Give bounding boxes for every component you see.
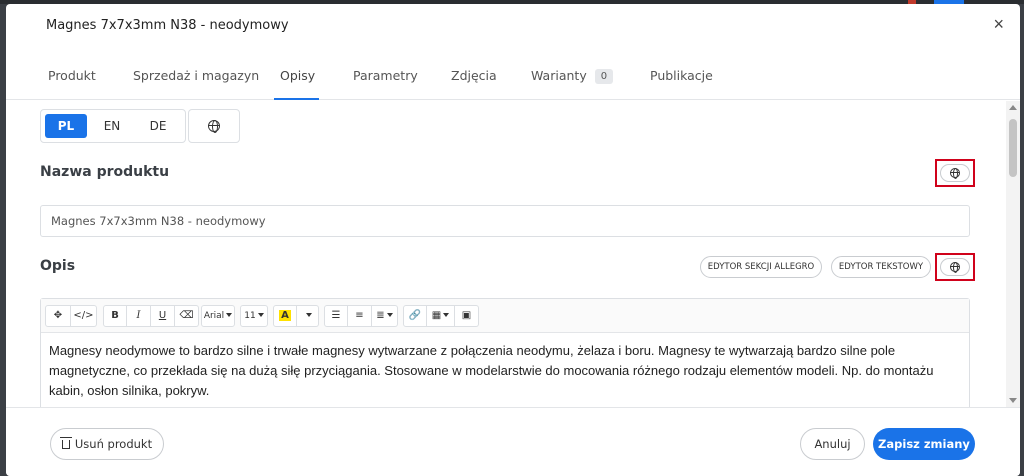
product-edit-modal: Magnes 7x7x3mm N38 - neodymowy × Produkt… — [6, 4, 1020, 476]
editor-toolbar: ✥ </> B I U ⌫ Arial 11 A ☰ ≡ ≣ 🔗 ▦ ▣ — [41, 299, 969, 333]
tab-publikacje[interactable]: Publikacje — [650, 68, 713, 83]
font-family-select[interactable]: Arial — [201, 305, 235, 327]
globe-icon — [950, 262, 960, 273]
cancel-button[interactable]: Anuluj — [800, 428, 865, 460]
highlight-frame — [935, 253, 975, 281]
modal-content: PL EN DE Nazwa produktu Magnes 7x7x3mm N… — [6, 101, 1006, 407]
lang-en-button[interactable]: EN — [91, 114, 133, 138]
ordered-list-icon[interactable]: ≡ — [348, 305, 372, 327]
font-size-value: 11 — [244, 311, 256, 321]
trash-icon — [59, 437, 72, 449]
bold-button[interactable]: B — [103, 305, 127, 327]
chevron-down-icon — [257, 313, 264, 317]
tab-warianty[interactable]: Warianty 0 — [531, 68, 614, 84]
modal-title: Magnes 7x7x3mm N38 - neodymowy — [46, 18, 289, 33]
font-family-value: Arial — [203, 311, 225, 321]
allegro-section-editor-button[interactable]: EDYTOR SEKCJI ALLEGRO — [700, 256, 822, 278]
chevron-down-icon — [386, 313, 393, 317]
italic-button[interactable]: I — [127, 305, 151, 327]
close-icon[interactable]: × — [993, 15, 1004, 33]
tab-produkt[interactable]: Produkt — [48, 68, 96, 83]
translate-name-button[interactable] — [940, 164, 970, 182]
description-text[interactable]: Magnesy neodymowe to bardzo silne i trwa… — [49, 341, 959, 401]
font-size-select[interactable]: 11 — [240, 305, 268, 327]
image-icon[interactable]: ▣ — [455, 305, 479, 327]
modal-header: Magnes 7x7x3mm N38 - neodymowy × — [6, 4, 1020, 48]
rich-text-editor: ✥ </> B I U ⌫ Arial 11 A ☰ ≡ ≣ 🔗 ▦ ▣ Mag… — [40, 298, 970, 407]
tab-zdjecia[interactable]: Zdjęcia — [451, 68, 497, 83]
product-name-input[interactable]: Magnes 7x7x3mm N38 - neodymowy — [40, 205, 970, 237]
delete-product-button[interactable]: Usuń produkt — [50, 428, 164, 460]
tab-sprzedaz-i-magazyn[interactable]: Sprzedaż i magazyn — [133, 68, 259, 83]
chevron-down-icon — [305, 313, 312, 317]
text-editor-button[interactable]: EDYTOR TEKSTOWY — [831, 256, 931, 278]
warianty-count-badge: 0 — [594, 69, 614, 84]
align-dropdown-button[interactable]: ≣ — [372, 305, 398, 327]
tab-parametry[interactable]: Parametry — [353, 68, 418, 83]
globe-icon — [208, 120, 220, 133]
tab-opisy[interactable]: Opisy — [280, 68, 315, 83]
tab-bar: Produkt Sprzedaż i magazyn Opisy Paramet… — [6, 48, 1020, 100]
unordered-list-icon[interactable]: ☰ — [324, 305, 348, 327]
scroll-thumb[interactable] — [1009, 119, 1017, 177]
save-changes-button[interactable]: Zapisz zmiany — [873, 428, 975, 460]
lang-de-button[interactable]: DE — [137, 114, 179, 138]
highlight-frame — [935, 159, 975, 187]
scroll-up-arrow-icon[interactable] — [1009, 105, 1017, 110]
product-name-label: Nazwa produktu — [40, 164, 170, 180]
move-icon[interactable]: ✥ — [45, 305, 71, 327]
content-scrollbar[interactable] — [1006, 101, 1020, 407]
eraser-icon[interactable]: ⌫ — [175, 305, 199, 327]
active-tab-indicator — [274, 98, 319, 100]
chevron-down-icon — [443, 313, 450, 317]
link-icon[interactable]: 🔗 — [403, 305, 427, 327]
translate-all-button[interactable] — [188, 109, 240, 143]
modal-footer: Usuń produkt Anuluj Zapisz zmiany — [6, 407, 1020, 476]
tab-warianty-label: Warianty — [531, 68, 587, 83]
chevron-down-icon — [226, 313, 233, 317]
table-dropdown-button[interactable]: ▦ — [427, 305, 455, 327]
description-label: Opis — [40, 258, 76, 274]
color-dropdown-button[interactable] — [297, 305, 319, 327]
underline-button[interactable]: U — [151, 305, 175, 327]
delete-product-label: Usuń produkt — [74, 437, 153, 451]
lang-pl-button[interactable]: PL — [45, 114, 87, 138]
globe-icon — [950, 168, 960, 179]
language-switcher: PL EN DE — [40, 109, 186, 143]
text-color-button[interactable]: A — [273, 305, 297, 327]
scroll-down-arrow-icon[interactable] — [1009, 398, 1017, 403]
text-color-icon: A — [279, 310, 291, 321]
code-view-icon[interactable]: </> — [71, 305, 97, 327]
translate-description-button[interactable] — [940, 258, 970, 276]
